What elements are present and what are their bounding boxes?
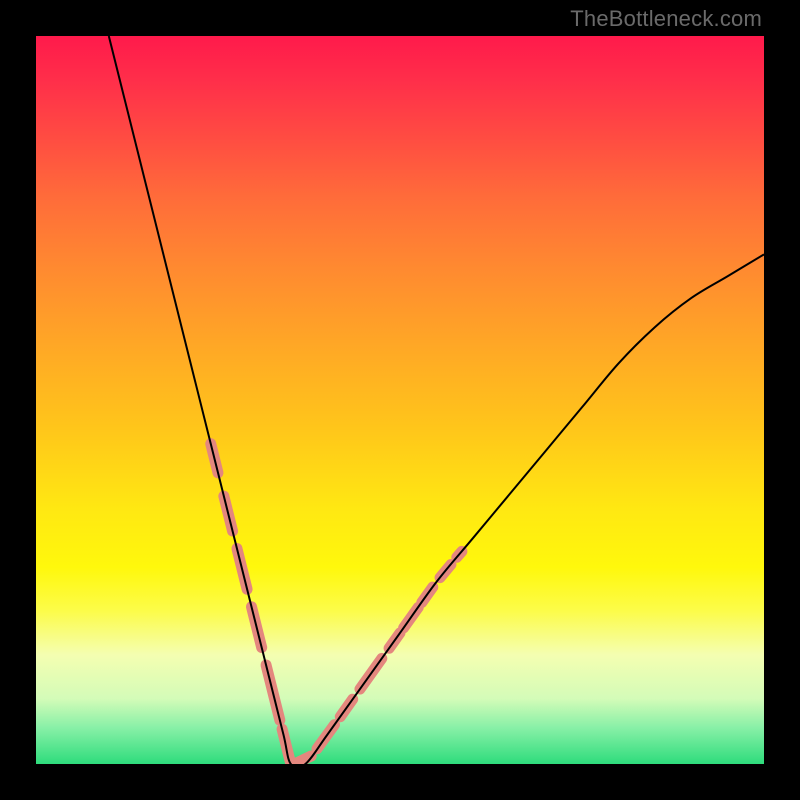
curve-layer [36,36,764,764]
plot-area [36,36,764,764]
highlight-segments [211,444,462,764]
attribution-text: TheBottleneck.com [570,6,762,32]
bottleneck-curve [109,36,764,764]
chart-frame: TheBottleneck.com [0,0,800,800]
